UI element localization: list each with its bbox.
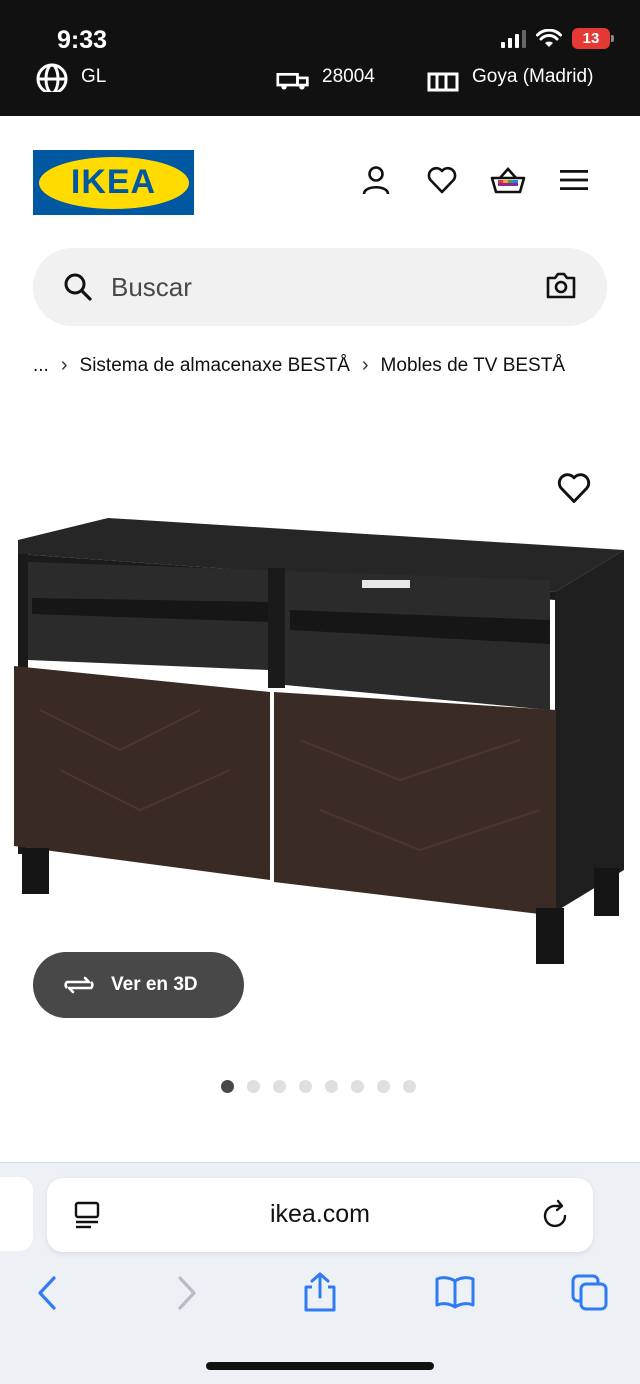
postcode-selector[interactable]: 28004 <box>276 62 375 92</box>
image-carousel-dots <box>221 1080 416 1093</box>
breadcrumb: ... › Sistema de almacenaxe BESTÅ › Mobl… <box>33 354 565 377</box>
top-bar: 9:33 13 GL 28004 Goya (Madrid) <box>0 0 640 116</box>
language-label: GL <box>81 66 107 87</box>
language-selector[interactable]: GL <box>35 62 106 92</box>
product-image[interactable] <box>0 510 640 970</box>
carousel-dot[interactable] <box>221 1080 234 1093</box>
battery-indicator: 13 <box>572 28 614 49</box>
view-in-3d-label: Ver en 3D <box>111 974 198 995</box>
camera-icon[interactable] <box>545 270 577 300</box>
logo-ellipse: IKEA <box>38 156 189 209</box>
store-selector[interactable]: Goya (Madrid) <box>426 62 593 92</box>
carousel-dot[interactable] <box>377 1080 390 1093</box>
status-icons: 13 <box>501 28 614 49</box>
store-label: Goya (Madrid) <box>472 66 594 87</box>
forward-icon[interactable] <box>174 1275 200 1311</box>
breadcrumb-item[interactable]: Sistema de almacenaxe BESTÅ <box>80 355 350 377</box>
browser-toolbar: ikea.com <box>0 1162 640 1384</box>
carousel-dot[interactable] <box>325 1080 338 1093</box>
chevron-right-icon: › <box>361 354 369 376</box>
home-indicator[interactable] <box>206 1362 434 1370</box>
ikea-logo[interactable]: IKEA <box>33 150 194 215</box>
account-button[interactable] <box>358 162 394 198</box>
share-icon[interactable] <box>302 1271 338 1313</box>
reload-icon[interactable] <box>541 1198 571 1230</box>
chevron-right-icon: › <box>60 354 68 376</box>
heart-icon <box>427 166 457 194</box>
menu-button[interactable] <box>556 162 592 198</box>
wifi-icon <box>536 28 562 47</box>
hamburger-menu-icon <box>560 170 588 190</box>
cellular-signal-icon <box>501 29 526 48</box>
search-bar[interactable] <box>33 248 607 326</box>
store-icon <box>427 72 459 92</box>
globe-icon <box>36 63 68 92</box>
carousel-dot[interactable] <box>247 1080 260 1093</box>
logo-text: IKEA <box>70 163 157 201</box>
view-in-3d-button[interactable]: Ver en 3D <box>33 952 244 1018</box>
favourites-button[interactable] <box>424 162 460 198</box>
carousel-dot[interactable] <box>273 1080 286 1093</box>
search-input[interactable] <box>111 270 491 304</box>
location-strip: GL 28004 Goya (Madrid) <box>0 62 640 102</box>
delivery-truck-icon <box>276 72 309 90</box>
carousel-dot[interactable] <box>299 1080 312 1093</box>
carousel-dot[interactable] <box>403 1080 416 1093</box>
basket-icon <box>490 167 526 194</box>
carousel-dot[interactable] <box>351 1080 364 1093</box>
postcode-label: 28004 <box>322 66 375 87</box>
breadcrumb-item[interactable]: Mobles de TV BESTÅ <box>381 355 565 377</box>
rotate-3d-icon <box>64 976 94 994</box>
tabs-icon[interactable] <box>570 1273 610 1313</box>
address-bar[interactable]: ikea.com <box>47 1178 593 1252</box>
add-to-favourites-heart-icon[interactable] <box>556 470 592 506</box>
breadcrumb-ellipsis[interactable]: ... <box>33 355 49 377</box>
url-text: ikea.com <box>269 1200 371 1228</box>
header-actions <box>358 162 592 198</box>
cart-button[interactable] <box>490 162 526 198</box>
status-time: 9:33 <box>57 26 108 54</box>
bookmarks-icon[interactable] <box>434 1275 476 1309</box>
search-icon <box>64 273 92 301</box>
user-icon <box>362 166 390 195</box>
previous-tab-preview[interactable] <box>0 1177 33 1251</box>
back-icon[interactable] <box>34 1275 60 1311</box>
